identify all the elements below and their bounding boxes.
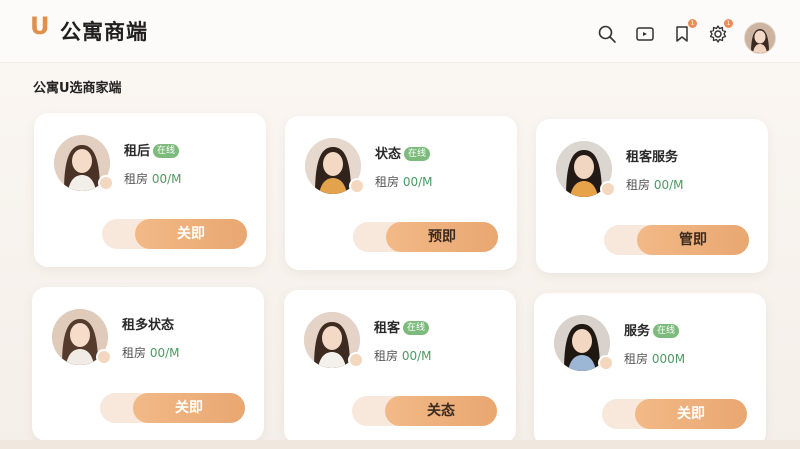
card-price: 租房 00/M	[374, 349, 432, 363]
user-avatar[interactable]	[744, 22, 776, 54]
app-logo: U	[30, 12, 50, 40]
action-button[interactable]: 关即	[635, 399, 747, 429]
notification-badge: 1	[688, 19, 697, 28]
section-title: 公寓U选商家端	[33, 81, 122, 96]
action-pill: 预即	[353, 222, 498, 252]
status-dot	[598, 355, 614, 371]
bookmark-icon[interactable]: 1	[672, 19, 697, 44]
app-title: 公寓商端	[60, 20, 148, 44]
apartment-card[interactable]: 状态 在线 租房 00/M 预即	[285, 116, 517, 270]
card-price: 租房 000M	[624, 352, 686, 366]
action-button[interactable]: 管即	[637, 225, 749, 255]
status-badge: 在线	[403, 321, 430, 335]
apartment-card[interactable]: 租多状态 租房 00/M 关即	[32, 287, 264, 441]
notification-badge: 1	[724, 19, 733, 28]
status-badge: 在线	[653, 324, 680, 338]
apartment-card[interactable]: 服务 在线 租房 000M 关即	[534, 293, 766, 447]
status-badge: 在线	[153, 144, 180, 158]
status-dot	[98, 175, 114, 191]
action-button[interactable]: 关即	[133, 393, 245, 423]
card-name: 租客 在线	[374, 317, 430, 336]
video-icon[interactable]	[635, 24, 655, 44]
status-dot	[349, 178, 365, 194]
action-button[interactable]: 关即	[135, 219, 247, 249]
status-dot	[96, 349, 112, 365]
card-name: 租多状态	[122, 318, 175, 333]
card-name: 租客服务	[626, 150, 679, 165]
action-button[interactable]: 预即	[386, 222, 498, 252]
action-pill: 关态	[352, 396, 497, 426]
card-price: 租房 00/M	[122, 346, 180, 360]
apartment-card[interactable]: 租客 在线 租房 00/M 关态	[284, 290, 516, 444]
next-row-peek	[0, 440, 800, 449]
apartment-card[interactable]: 租客服务 租房 00/M 管即	[536, 119, 768, 273]
settings-gear-icon[interactable]: 1	[708, 19, 733, 44]
action-button[interactable]: 关态	[385, 396, 497, 426]
search-icon[interactable]	[597, 24, 617, 44]
action-pill: 关即	[100, 393, 245, 423]
top-bar: U 公寓商端 1 1	[0, 0, 800, 62]
status-dot	[348, 352, 364, 368]
action-pill: 管即	[604, 225, 749, 255]
apartment-card[interactable]: 租后 在线 租房 00/M 关即	[34, 113, 266, 267]
action-pill: 关即	[602, 399, 747, 429]
card-name: 租后 在线	[124, 140, 180, 159]
card-name: 状态 在线	[375, 143, 431, 162]
status-dot	[600, 181, 616, 197]
card-name: 服务 在线	[624, 320, 680, 339]
card-price: 租房 00/M	[375, 175, 433, 189]
card-price: 租房 00/M	[124, 172, 182, 186]
action-pill: 关即	[102, 219, 247, 249]
status-badge: 在线	[404, 147, 431, 161]
card-price: 租房 00/M	[626, 178, 684, 192]
